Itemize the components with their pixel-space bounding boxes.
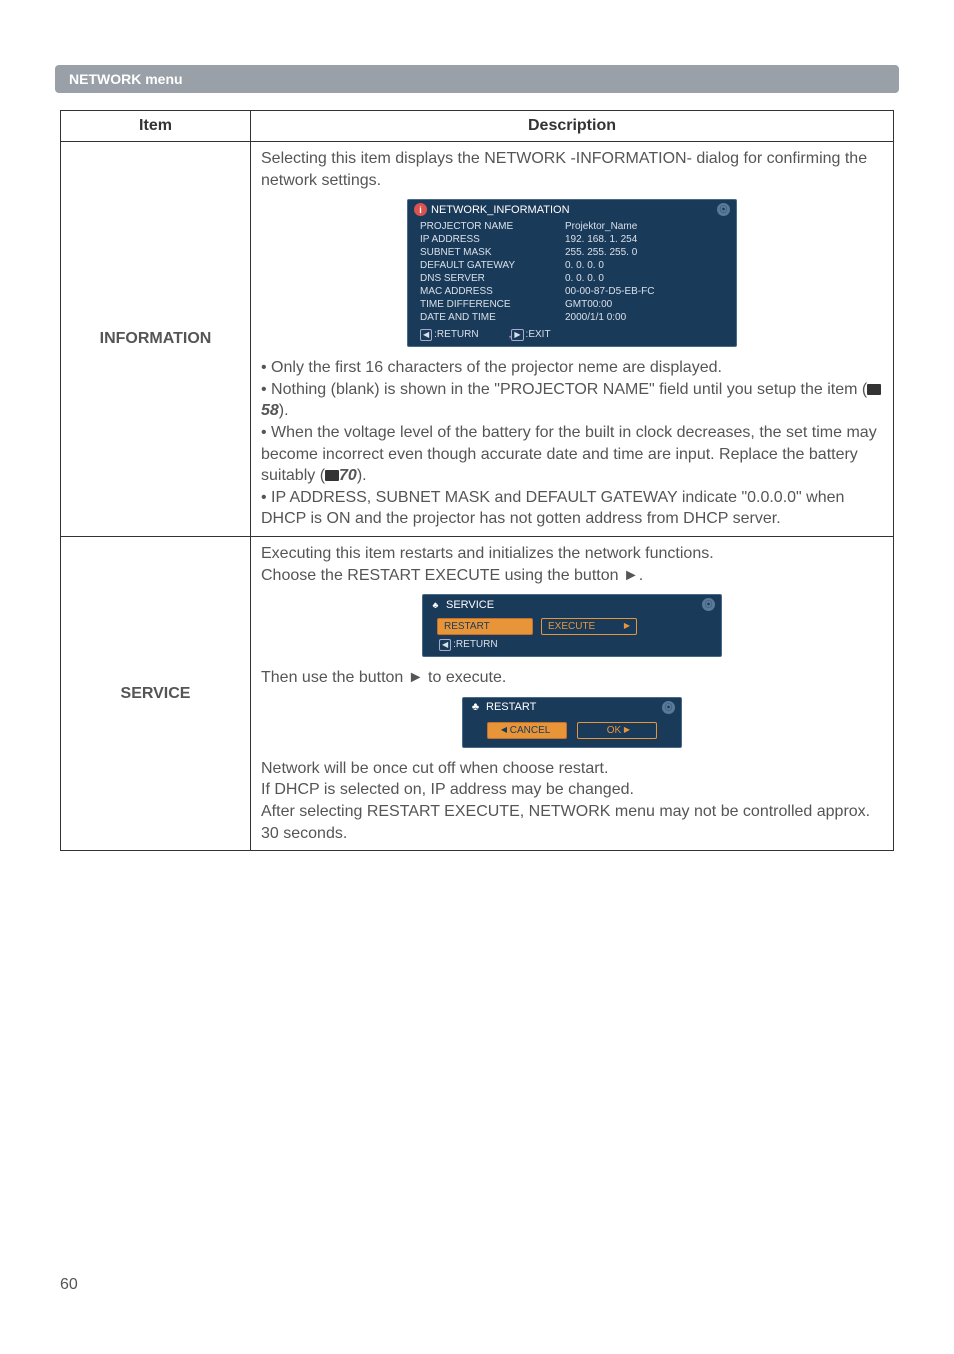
osd-row: SUBNET MASK255. 255. 255. 0 bbox=[420, 246, 728, 259]
close-icon: ⦿ bbox=[717, 203, 730, 216]
chevron-right-icon: ▶ bbox=[624, 725, 630, 735]
execute-button[interactable]: EXECUTE▶ bbox=[541, 618, 637, 635]
service-bottom-text: Network will be once cut off when choose… bbox=[261, 758, 883, 844]
osd-return: ◀:RETURN bbox=[420, 329, 479, 341]
osd-title-bar: ♣ RESTART ⦿ bbox=[463, 698, 681, 716]
gear-icon: ♣ bbox=[469, 701, 482, 714]
desc-information: Selecting this item displays the NETWORK… bbox=[251, 142, 894, 537]
osd-restart-confirm: ♣ RESTART ⦿ ◀ CANCEL OK ▶ bbox=[462, 697, 682, 748]
chevron-right-icon: ▶ bbox=[624, 621, 630, 631]
settings-table: Item Description INFORMATION Selecting t… bbox=[60, 110, 894, 851]
osd-footer: ◀:RETURN ,▶:EXIT bbox=[408, 326, 736, 346]
bullet-4: • IP ADDRESS, SUBNET MASK and DEFAULT GA… bbox=[261, 487, 883, 530]
osd-title-bar: ♣ SERVICE ⦿ bbox=[423, 595, 721, 613]
osd-row: DATE AND TIME2000/1/1 0:00 bbox=[420, 311, 728, 324]
page-number: 60 bbox=[60, 1276, 78, 1294]
close-icon: ⦿ bbox=[702, 598, 715, 611]
osd-title-text: RESTART bbox=[486, 701, 536, 713]
osd-body: RESTART EXECUTE▶ ◀:RETURN bbox=[423, 613, 721, 656]
left-key-icon: ◀ bbox=[420, 329, 432, 341]
osd-exit: ,▶:EXIT bbox=[509, 329, 551, 341]
osd-row: TIME DIFFERENCEGMT00:00 bbox=[420, 298, 728, 311]
osd-row: DEFAULT GATEWAY0. 0. 0. 0 bbox=[420, 259, 728, 272]
osd-title-text: SERVICE bbox=[446, 599, 494, 611]
info-top-text: Selecting this item displays the NETWORK… bbox=[261, 148, 883, 191]
osd-row: MAC ADDRESS00-00-87-D5-EB-FC bbox=[420, 285, 728, 298]
item-information: INFORMATION bbox=[61, 142, 251, 537]
bullet-3: • When the voltage level of the battery … bbox=[261, 422, 883, 487]
osd-row: IP ADDRESS192. 168. 1. 254 bbox=[420, 233, 728, 246]
col-header-description: Description bbox=[251, 111, 894, 142]
osd-title-bar: i NETWORK_INFORMATION ⦿ bbox=[408, 200, 736, 218]
info-icon: i bbox=[414, 203, 427, 216]
right-key-icon: ▶ bbox=[511, 329, 523, 341]
left-key-icon: ◀ bbox=[439, 639, 451, 651]
table-row: INFORMATION Selecting this item displays… bbox=[61, 142, 894, 537]
osd-title-text: NETWORK_INFORMATION bbox=[431, 204, 570, 216]
osd-restart-row: RESTART EXECUTE▶ bbox=[437, 618, 711, 635]
close-icon: ⦿ bbox=[662, 701, 675, 714]
bullet-2: • Nothing (blank) is shown in the "PROJE… bbox=[261, 379, 883, 422]
osd-body: PROJECTOR NAMEProjektor_Name IP ADDRESS1… bbox=[408, 218, 736, 326]
osd-row: DNS SERVER0. 0. 0. 0 bbox=[420, 272, 728, 285]
bullet-1: • Only the first 16 characters of the pr… bbox=[261, 357, 883, 379]
ok-button[interactable]: OK ▶ bbox=[577, 722, 657, 739]
desc-service: Executing this item restarts and initial… bbox=[251, 536, 894, 850]
service-top-text: Executing this item restarts and initial… bbox=[261, 543, 883, 586]
section-header-text: NETWORK menu bbox=[69, 71, 183, 87]
osd-row: PROJECTOR NAMEProjektor_Name bbox=[420, 220, 728, 233]
osd-body: ◀ CANCEL OK ▶ bbox=[463, 716, 681, 747]
table-row: SERVICE Executing this item restarts and… bbox=[61, 536, 894, 850]
osd-network-information: i NETWORK_INFORMATION ⦿ PROJECTOR NAMEPr… bbox=[407, 199, 737, 347]
osd-service: ♣ SERVICE ⦿ RESTART EXECUTE▶ ◀:RETURN bbox=[422, 594, 722, 657]
cancel-button[interactable]: ◀ CANCEL bbox=[487, 722, 567, 739]
service-mid-text: Then use the button ► to execute. bbox=[261, 667, 883, 689]
info-bullets: • Only the first 16 characters of the pr… bbox=[261, 357, 883, 530]
col-header-item: Item bbox=[61, 111, 251, 142]
osd-return: ◀:RETURN bbox=[439, 639, 711, 651]
book-icon bbox=[325, 470, 339, 481]
item-service: SERVICE bbox=[61, 536, 251, 850]
chevron-left-icon: ◀ bbox=[501, 725, 507, 735]
restart-button[interactable]: RESTART bbox=[437, 618, 533, 635]
book-icon bbox=[867, 384, 881, 395]
section-header: NETWORK menu bbox=[55, 65, 899, 93]
gear-icon: ♣ bbox=[429, 598, 442, 611]
